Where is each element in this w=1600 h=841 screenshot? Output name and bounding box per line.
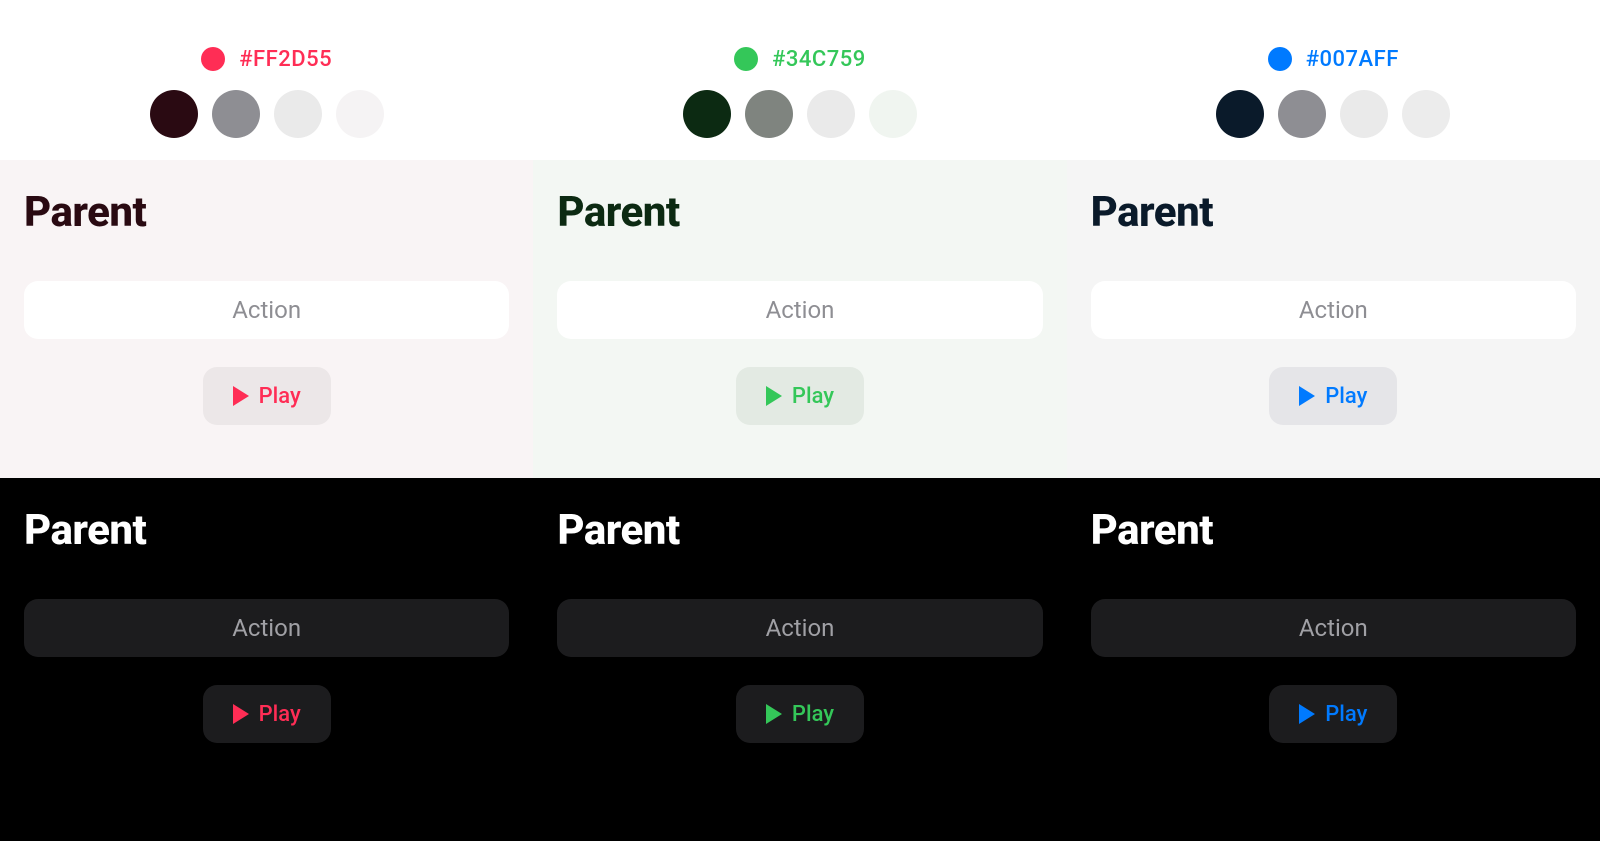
accent-dot [734, 47, 758, 71]
panel-light-1: Parent Action Play [533, 160, 1066, 478]
header-row: #FF2D55 #34C759 #007AFF [0, 0, 1600, 160]
play-button[interactable]: Play [736, 685, 864, 743]
swatch-row [150, 90, 384, 138]
play-label: Play [792, 384, 834, 409]
swatch-1 [745, 90, 793, 138]
hex-label: #FF2D55 [239, 47, 332, 72]
play-label: Play [259, 384, 301, 409]
panel-dark-2: Parent Action Play [1067, 478, 1600, 841]
hex-label: #34C759 [772, 47, 866, 72]
play-icon [233, 386, 249, 406]
play-label: Play [1325, 384, 1367, 409]
action-label: Action [766, 296, 835, 324]
hex-row: #34C759 [734, 47, 866, 72]
hex-label: #007AFF [1306, 47, 1399, 72]
light-row: Parent Action Play Parent Action Play Pa… [0, 160, 1600, 478]
play-icon [766, 386, 782, 406]
header-cell-2: #007AFF [1067, 0, 1600, 160]
action-button[interactable]: Action [1091, 599, 1576, 657]
swatch-0 [683, 90, 731, 138]
panel-light-0: Parent Action Play [0, 160, 533, 478]
action-label: Action [232, 296, 301, 324]
hex-row: #007AFF [1268, 47, 1399, 72]
swatch-3 [869, 90, 917, 138]
action-button[interactable]: Action [24, 281, 509, 339]
hex-row: #FF2D55 [201, 47, 332, 72]
play-button[interactable]: Play [1269, 685, 1397, 743]
swatch-2 [274, 90, 322, 138]
play-button[interactable]: Play [203, 685, 331, 743]
swatch-row [683, 90, 917, 138]
swatch-0 [1216, 90, 1264, 138]
panel-dark-0: Parent Action Play [0, 478, 533, 841]
play-icon [233, 704, 249, 724]
action-button[interactable]: Action [24, 599, 509, 657]
action-button[interactable]: Action [557, 281, 1042, 339]
swatch-row [1216, 90, 1450, 138]
panel-title: Parent [1091, 506, 1576, 555]
panel-light-2: Parent Action Play [1067, 160, 1600, 478]
swatch-2 [1340, 90, 1388, 138]
swatch-1 [212, 90, 260, 138]
play-icon [766, 704, 782, 724]
action-label: Action [232, 614, 301, 642]
panel-title: Parent [557, 506, 1042, 555]
panel-title: Parent [557, 188, 1042, 237]
panel-title: Parent [24, 506, 509, 555]
swatch-0 [150, 90, 198, 138]
header-cell-1: #34C759 [533, 0, 1066, 160]
action-label: Action [766, 614, 835, 642]
action-button[interactable]: Action [557, 599, 1042, 657]
panel-dark-1: Parent Action Play [533, 478, 1066, 841]
play-label: Play [1325, 702, 1367, 727]
swatch-2 [807, 90, 855, 138]
action-label: Action [1299, 296, 1368, 324]
play-icon [1299, 704, 1315, 724]
panel-title: Parent [1091, 188, 1576, 237]
play-icon [1299, 386, 1315, 406]
accent-dot [1268, 47, 1292, 71]
play-button[interactable]: Play [1269, 367, 1397, 425]
dark-row: Parent Action Play Parent Action Play Pa… [0, 478, 1600, 841]
panel-title: Parent [24, 188, 509, 237]
play-label: Play [792, 702, 834, 727]
header-cell-0: #FF2D55 [0, 0, 533, 160]
play-button[interactable]: Play [736, 367, 864, 425]
swatch-3 [1402, 90, 1450, 138]
action-label: Action [1299, 614, 1368, 642]
swatch-3 [336, 90, 384, 138]
play-button[interactable]: Play [203, 367, 331, 425]
play-label: Play [259, 702, 301, 727]
action-button[interactable]: Action [1091, 281, 1576, 339]
swatch-1 [1278, 90, 1326, 138]
accent-dot [201, 47, 225, 71]
